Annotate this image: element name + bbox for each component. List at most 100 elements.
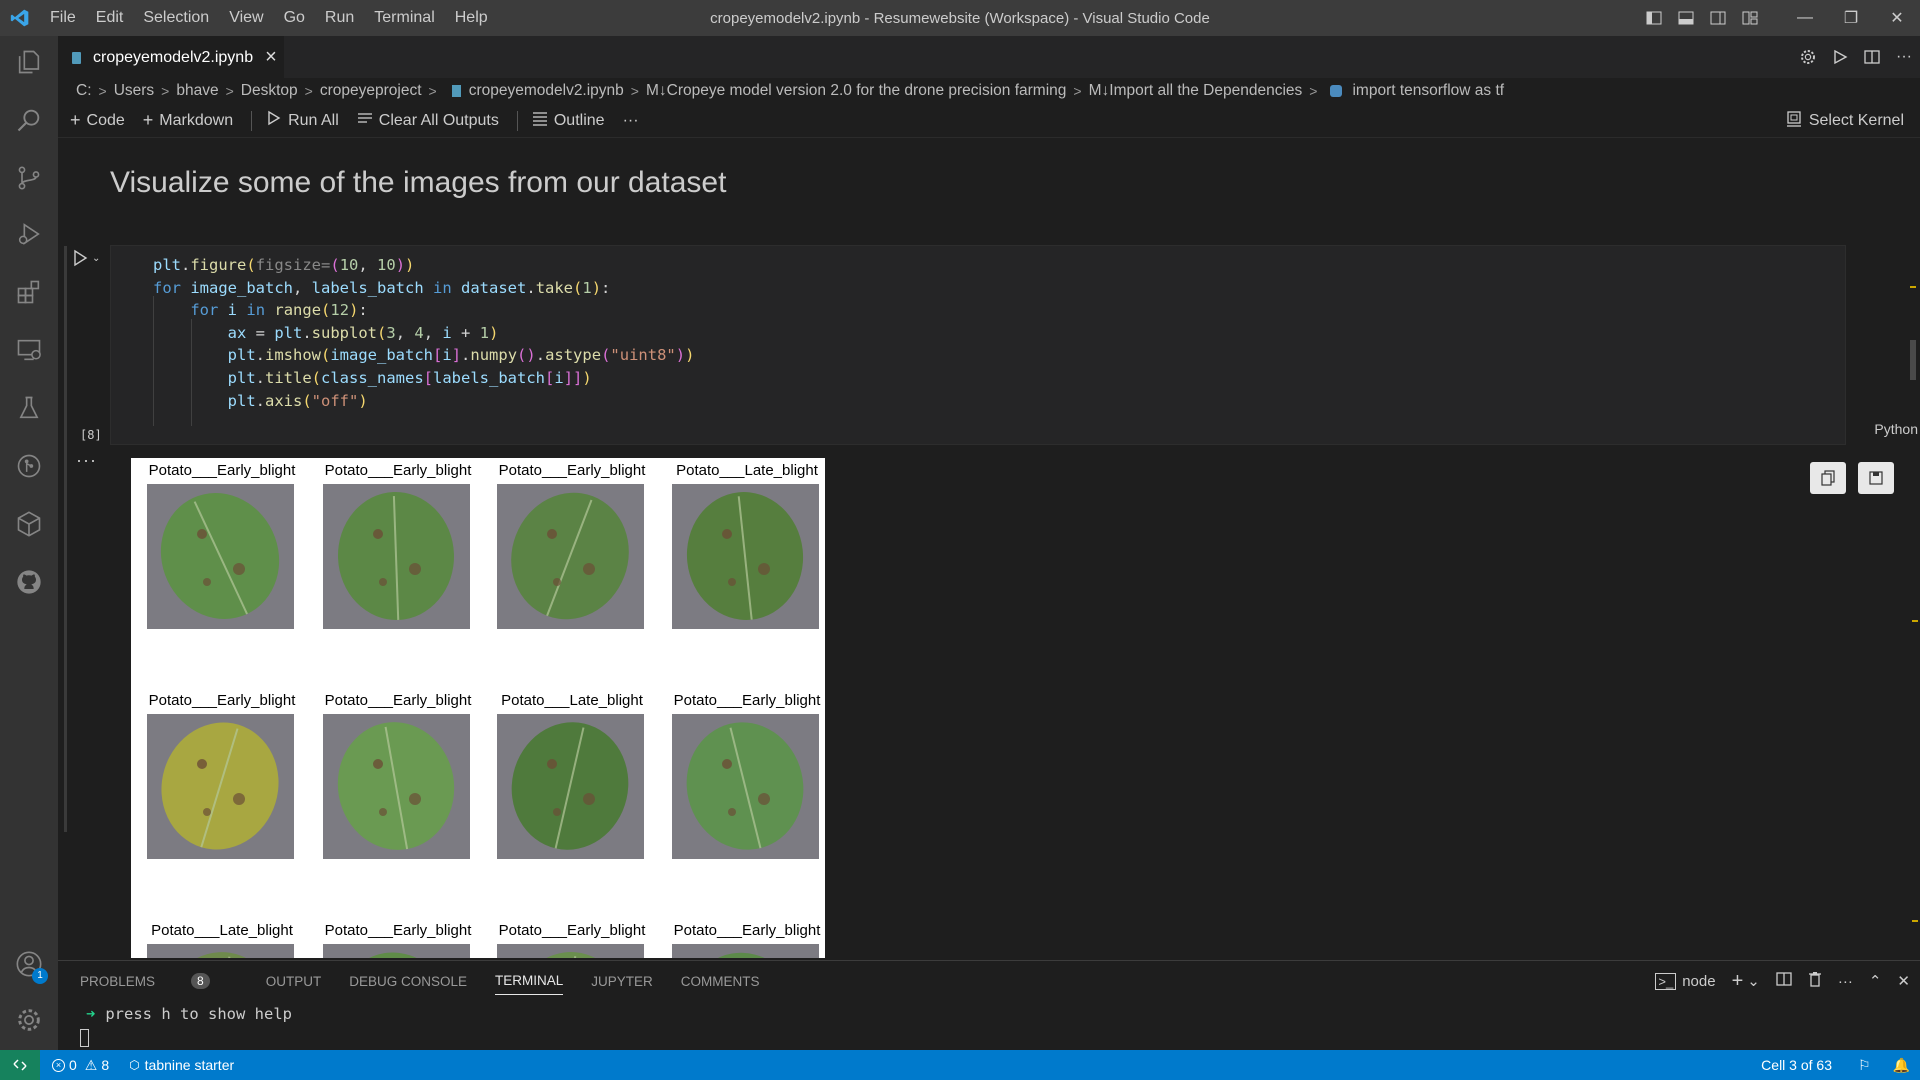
chevron-right-icon: > (428, 83, 437, 99)
testing-icon[interactable] (0, 384, 58, 432)
breadcrumb-item[interactable]: cropeyemodelv2.ipynb (469, 82, 624, 100)
minimize-icon[interactable]: — (1782, 0, 1828, 36)
panel-tab-label: PROBLEMS (80, 973, 156, 989)
cell-position[interactable]: Cell 3 of 63 (1761, 1057, 1832, 1073)
extensions-icon[interactable] (0, 268, 58, 316)
breadcrumb-item[interactable]: Users (114, 82, 154, 100)
subplot: Potato___Early_blight (660, 922, 825, 958)
tab-cropeyemodelv2[interactable]: cropeyemodelv2.ipynb × (58, 36, 284, 78)
panel-tab-terminal[interactable]: TERMINAL (495, 973, 564, 995)
breadcrumb-item[interactable]: M↓Cropeye model version 2.0 for the dron… (646, 82, 1066, 100)
menu-go[interactable]: Go (274, 9, 315, 27)
run-all-icon (266, 110, 282, 131)
github-icon[interactable] (0, 558, 58, 606)
toolbar-divider (251, 110, 253, 131)
outline-list-icon (532, 110, 548, 131)
source-control-icon[interactable] (0, 154, 58, 202)
code-cell[interactable]: plt.figure(figsize=(10, 10)) for image_b… (110, 245, 1846, 445)
cube-extension-icon[interactable] (0, 500, 58, 548)
git-graph-icon[interactable] (0, 442, 58, 490)
panel-tab-jupyter[interactable]: JUPYTER (591, 974, 653, 989)
error-icon: × (52, 1058, 65, 1072)
remote-indicator-icon[interactable] (0, 1050, 40, 1080)
chevron-right-icon: > (304, 83, 313, 99)
panel-tab-problems[interactable]: PROBLEMS 8 (80, 973, 238, 989)
output-more-button[interactable]: ··· (76, 450, 97, 471)
feedback-icon[interactable]: ⚐ (1858, 1057, 1871, 1074)
split-editor-icon[interactable] (1856, 39, 1888, 75)
run-all-label: Run All (288, 111, 339, 129)
chevron-down-icon[interactable]: ⌄ (1747, 972, 1760, 990)
new-terminal-icon[interactable]: + (1732, 970, 1744, 993)
notebook-body[interactable]: Visualize some of the images from our da… (58, 138, 1920, 960)
panel-tab-output[interactable]: OUTPUT (266, 974, 322, 989)
terminal-output[interactable]: ➜ press h to show help (80, 1005, 292, 1047)
breadcrumb-item[interactable]: M↓Import all the Dependencies (1089, 82, 1303, 100)
settings-gear-icon[interactable] (1792, 39, 1824, 75)
menu-view[interactable]: View (219, 9, 273, 27)
breadcrumb-item[interactable]: Desktop (241, 82, 298, 100)
menu-selection[interactable]: Selection (133, 9, 219, 27)
breadcrumb-item[interactable]: import tensorflow as tf (1352, 82, 1504, 100)
problems-status[interactable]: × 0 ⚠ 8 (52, 1057, 109, 1074)
more-actions-icon[interactable]: ··· (1888, 39, 1920, 75)
remote-explorer-icon[interactable] (0, 326, 58, 374)
close-panel-icon[interactable]: ✕ (1897, 972, 1910, 990)
breadcrumb-item[interactable]: cropeyeproject (320, 82, 422, 100)
explorer-icon[interactable] (0, 38, 58, 86)
menu-file[interactable]: File (40, 9, 86, 27)
tab-bar: cropeyemodelv2.ipynb × ··· (58, 36, 1920, 78)
run-all-button[interactable]: Run All (266, 110, 339, 131)
copy-output-icon[interactable] (1810, 462, 1846, 494)
outline-button[interactable]: Outline (532, 110, 605, 131)
chevron-right-icon: > (630, 83, 639, 99)
subplot: Potato___Early_blight (311, 462, 485, 652)
breadcrumb-item[interactable]: bhave (176, 82, 218, 100)
subplot-title: Potato___Late_blight (676, 462, 818, 479)
add-markdown-cell-button[interactable]: + Markdown (143, 110, 233, 131)
toolbar-more-button[interactable]: ··· (623, 112, 639, 130)
leaf-image (497, 714, 644, 859)
menu-terminal[interactable]: Terminal (364, 9, 444, 27)
tabnine-status[interactable]: ⬡ tabnine starter (129, 1057, 234, 1073)
maximize-panel-chevron-up-icon[interactable]: ⌃ (1869, 972, 1882, 990)
error-count: 0 (69, 1057, 77, 1073)
close-window-icon[interactable]: ✕ (1874, 0, 1920, 36)
chevron-down-icon[interactable]: ⌄ (92, 253, 100, 264)
run-debug-icon[interactable] (0, 210, 58, 258)
menu-help[interactable]: Help (445, 9, 498, 27)
terminal-shell-selector[interactable]: >_ node (1639, 972, 1716, 990)
accounts-icon[interactable]: 1 (0, 940, 58, 988)
run-cell-button[interactable]: ⌄ (72, 248, 112, 268)
search-icon[interactable] (0, 96, 58, 144)
add-code-cell-button[interactable]: + Code (70, 110, 125, 131)
split-terminal-icon[interactable] (1776, 971, 1792, 991)
toggle-sidebar-icon[interactable] (1638, 0, 1670, 36)
leaf-image (672, 714, 819, 859)
restore-icon[interactable]: ❐ (1828, 0, 1874, 36)
toggle-secondary-sidebar-icon[interactable] (1702, 0, 1734, 36)
panel-more-icon[interactable]: ··· (1838, 973, 1853, 990)
menu-run[interactable]: Run (315, 9, 364, 27)
toggle-panel-icon[interactable] (1670, 0, 1702, 36)
terminal-line: press h to show help (105, 1005, 292, 1023)
activity-bar: 1 (0, 36, 58, 1050)
panel-tab-debug-console[interactable]: DEBUG CONSOLE (349, 974, 467, 989)
save-output-icon[interactable] (1858, 462, 1894, 494)
tab-close-icon[interactable]: × (265, 46, 277, 69)
customize-layout-icon[interactable] (1734, 0, 1766, 36)
clear-all-outputs-button[interactable]: Clear All Outputs (357, 110, 499, 131)
kill-terminal-trash-icon[interactable] (1808, 971, 1822, 991)
overview-ruler[interactable] (1908, 240, 1920, 960)
code-editor[interactable]: plt.figure(figsize=(10, 10)) for image_b… (153, 254, 694, 412)
panel-tab-comments[interactable]: COMMENTS (681, 974, 760, 989)
select-kernel-button[interactable]: Select Kernel (1786, 104, 1904, 138)
menu-edit[interactable]: Edit (86, 9, 134, 27)
notifications-bell-icon[interactable]: 🔔 (1893, 1057, 1910, 1074)
subplot: Potato___Early_blight (135, 692, 309, 882)
breadcrumb-item[interactable]: C: (76, 82, 92, 100)
run-icon[interactable] (1824, 39, 1856, 75)
menu-bar: File Edit Selection View Go Run Terminal… (40, 0, 498, 36)
manage-gear-icon[interactable] (0, 996, 58, 1044)
chevron-right-icon: > (98, 83, 107, 99)
